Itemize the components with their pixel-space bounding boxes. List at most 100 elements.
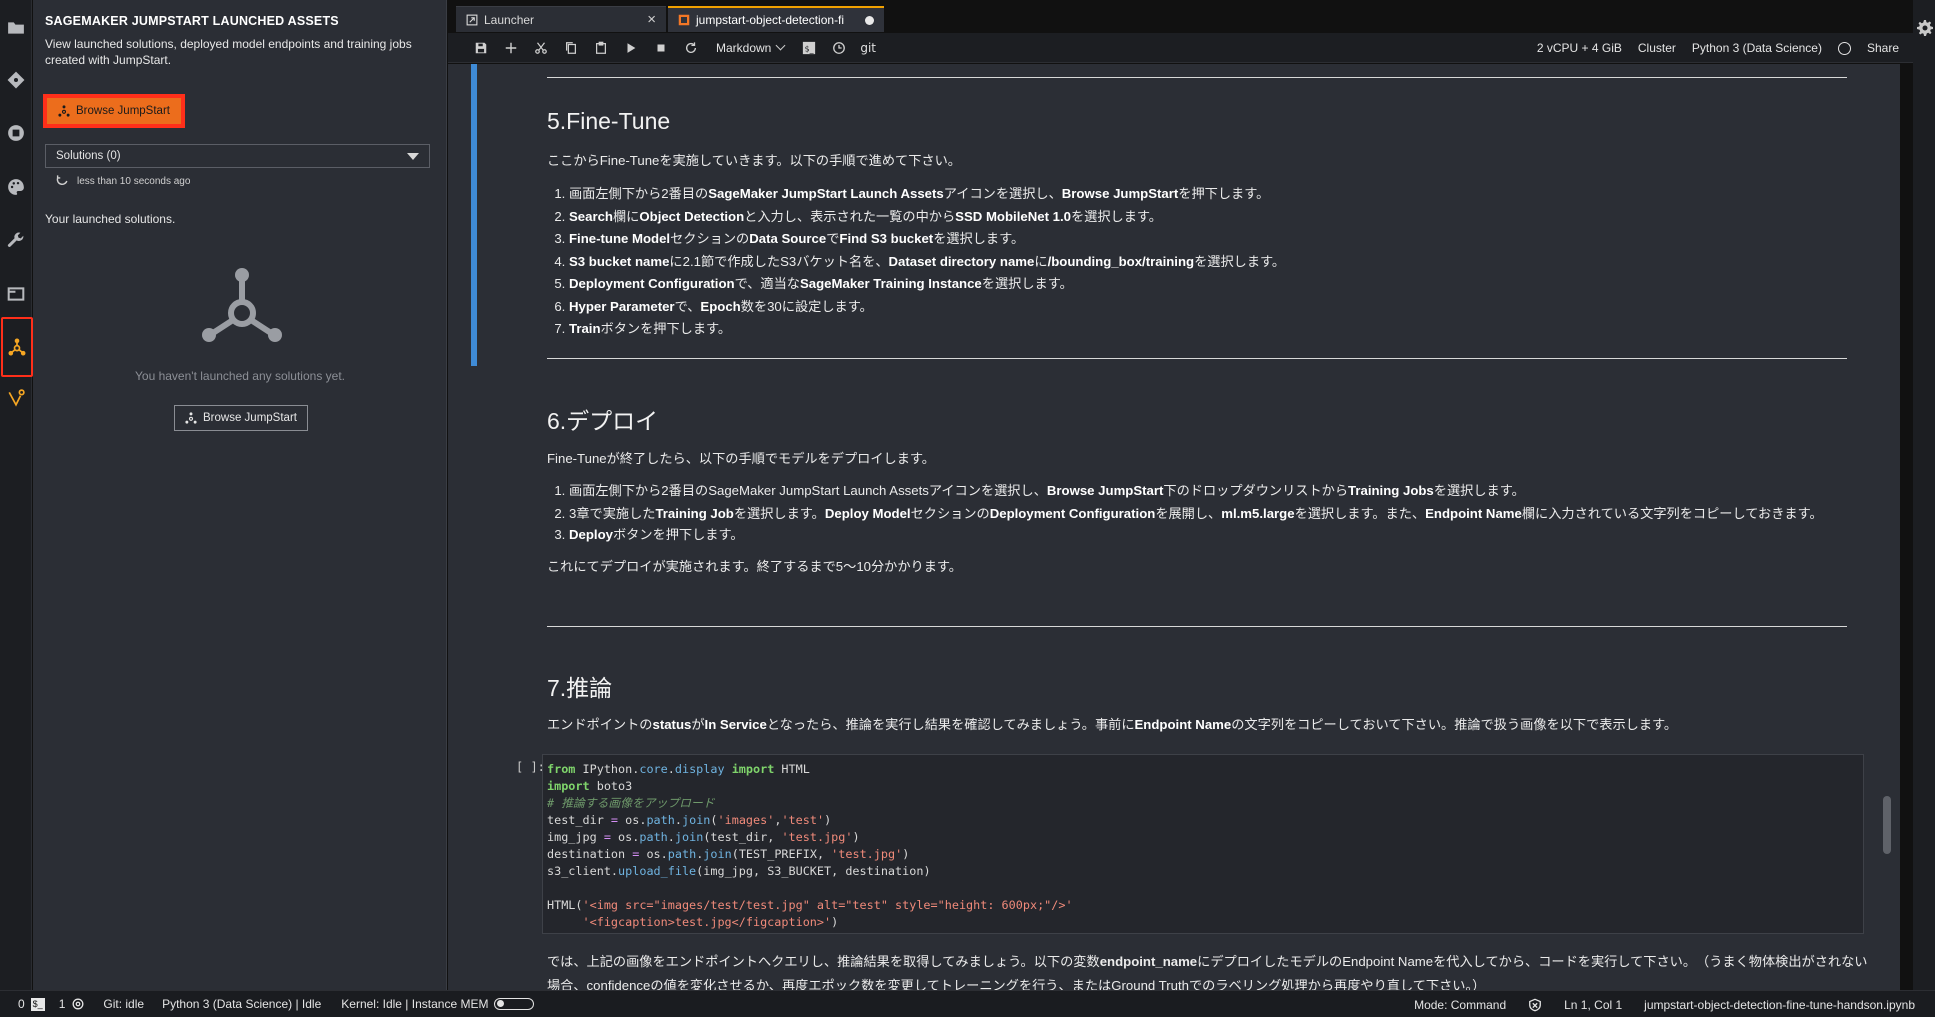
list-item: Fine-tune ModelセクションのData SourceでFind S3… [569, 228, 1862, 251]
status-bar: 0 $_ 1 Git: idle Python 3 (Data Science)… [0, 990, 1935, 1017]
right-sidebar [1913, 0, 1935, 990]
list-item: Deployment Configurationで、適当なSageMaker T… [569, 273, 1862, 296]
list-item: 画面左側下から2番目のSageMaker JumpStart Launch As… [569, 183, 1862, 206]
cell-type-value: Markdown [716, 40, 772, 55]
code-line: destination = os.path.join(TEST_PREFIX, … [547, 847, 910, 861]
git-button[interactable]: git [860, 41, 876, 55]
restart-button[interactable] [676, 36, 706, 60]
paste-button[interactable] [586, 36, 616, 60]
bug-icon[interactable] [1528, 998, 1542, 1012]
kernel-status-icon [1837, 41, 1851, 55]
notebook-content[interactable]: 5.Fine-Tune ここからFine-Tuneを実施していきます。以下の手順… [448, 64, 1900, 990]
browse-jumpstart-button[interactable]: Browse JumpStart [47, 98, 181, 124]
gear-icon[interactable] [1917, 20, 1933, 36]
code-cell[interactable]: from IPython.core.display import HTML imp… [542, 754, 1864, 934]
list-item: 3章で実施したTraining Jobを選択します。Deploy Modelセク… [569, 503, 1862, 524]
scrollbar[interactable] [1883, 796, 1891, 854]
section-5-body: ここからFine-Tuneを実施していきます。以下の手順で進めて下さい。 画面左… [547, 152, 1862, 341]
wrench-icon[interactable] [4, 228, 28, 252]
kernel-name[interactable]: Python 3 (Data Science) [1692, 41, 1822, 55]
folder-icon[interactable] [4, 16, 28, 40]
kernel-status[interactable]: Python 3 (Data Science) | Idle [162, 997, 321, 1011]
section-6-intro: Fine-Tuneが終了したら、以下の手順でモデルをデプロイします。 [547, 451, 935, 466]
tab-label: jumpstart-object-detection-fi [696, 13, 845, 27]
refresh-row: less than 10 seconds ago [55, 174, 190, 188]
code-line: import boto3 [547, 779, 633, 793]
list-item: Hyper Parameterで、Epoch数を30に設定します。 [569, 296, 1862, 319]
plus-icon [505, 42, 517, 53]
section-heading-6: 6.デプロイ [547, 408, 659, 434]
browse-jumpstart-outline-button[interactable]: Browse JumpStart [174, 405, 308, 431]
browse-jumpstart-label: Browse JumpStart [76, 105, 170, 117]
unsaved-dot-icon[interactable] [865, 15, 874, 25]
terminal-count[interactable]: 0 $_ [18, 997, 45, 1011]
activity-bar [0, 0, 33, 990]
git-status[interactable]: Git: idle [103, 997, 144, 1011]
code-line: test_dir = os.path.join('images','test') [547, 813, 832, 827]
copy-button[interactable] [556, 36, 586, 60]
instance-resources[interactable]: 2 vCPU + 4 GiB [1537, 41, 1622, 55]
running-terminals-icon[interactable] [4, 121, 28, 145]
divider [547, 626, 1847, 627]
code-line: img_jpg = os.path.join(test_dir, 'test.j… [547, 830, 860, 844]
list-item: S3 bucket nameに2.1節で作成したS3バケット名を、Dataset… [569, 251, 1862, 274]
code-line: HTML('<img src="images/test/test.jpg" al… [547, 898, 1073, 912]
clock-icon [833, 41, 846, 54]
browse-jumpstart-highlight: Browse JumpStart [43, 94, 185, 128]
notebook-toolbar: Markdown $_ git 2 vCPU + 4 GiB Cluster P… [448, 33, 1913, 63]
panel-description: View launched solutions, deployed model … [45, 37, 412, 67]
add-cell-button[interactable] [496, 36, 526, 60]
divider [547, 358, 1847, 359]
refresh-icon[interactable] [55, 174, 69, 188]
notebook-icon [678, 14, 690, 26]
jumpstart-empty-icon [202, 268, 282, 342]
jumpstart-side-panel: SAGEMAKER JUMPSTART LAUNCHED ASSETS View… [33, 0, 447, 990]
section-5-steps: 画面左側下から2番目のSageMaker JumpStart Launch As… [547, 183, 1862, 341]
memory-toggle[interactable] [494, 998, 535, 1010]
copy-icon [566, 41, 576, 54]
kernel-count[interactable]: 1 [59, 997, 86, 1011]
play-icon [627, 42, 636, 53]
share-button[interactable]: Share [1867, 41, 1899, 55]
cluster-button[interactable]: Cluster [1638, 41, 1676, 55]
chevron-down-icon [775, 40, 786, 51]
kernel-memory[interactable]: Kernel: Idle | Instance MEM [341, 997, 535, 1011]
kernel-memory-label: Kernel: Idle | Instance MEM [341, 997, 489, 1011]
restart-icon [685, 41, 697, 53]
solutions-dropdown[interactable]: Solutions (0) [45, 144, 430, 168]
active-cell-marker [471, 64, 477, 366]
section-5-intro: ここからFine-Tuneを実施していきます。以下の手順で進めて下さい。 [547, 153, 961, 168]
refresh-timestamp: less than 10 seconds ago [77, 175, 191, 187]
section-7-body: エンドポイントのstatusがIn Serviceとなったら、推論を実行し結果を… [547, 716, 1862, 734]
palette-icon[interactable] [4, 175, 28, 199]
code-line: from IPython.core.display import HTML [547, 762, 810, 776]
terminal-icon: $_ [30, 997, 45, 1011]
stop-button[interactable] [646, 36, 676, 60]
cut-button[interactable] [526, 36, 556, 60]
git-icon[interactable] [4, 68, 28, 92]
terminal-button[interactable]: $_ [794, 36, 824, 60]
run-button[interactable] [616, 36, 646, 60]
close-icon[interactable]: × [647, 11, 656, 28]
status-right: Mode: Command Ln 1, Col 1 jumpstart-obje… [1414, 991, 1915, 1017]
tab-notebook[interactable]: jumpstart-object-detection-fi [668, 6, 884, 32]
after-code-text: では、上記の画像をエンドポイントへクエリし、推論結果を取得してみましょう。以下の… [547, 954, 1868, 990]
jumpstart-icon [58, 105, 70, 117]
status-filename: jumpstart-object-detection-fine-tune-han… [1644, 997, 1915, 1012]
tab-launcher[interactable]: Launcher × [456, 6, 666, 32]
jumpstart-icon[interactable] [1, 317, 33, 377]
pipeline-icon[interactable] [4, 386, 28, 410]
clock-button[interactable] [824, 36, 854, 60]
save-button[interactable] [466, 36, 496, 60]
panel-title: SAGEMAKER JUMPSTART LAUNCHED ASSETS [45, 14, 339, 28]
section-6-steps: 画面左側下から2番目のSageMaker JumpStart Launch As… [547, 480, 1862, 546]
empty-state-text: You haven't launched any solutions yet. [135, 369, 345, 383]
jumpstart-icon [185, 412, 197, 424]
svg-text:$_: $_ [805, 44, 814, 53]
solutions-dropdown-value: Solutions (0) [56, 150, 121, 162]
tabs-icon[interactable] [4, 282, 28, 306]
divider [547, 77, 1847, 78]
cell-type-select[interactable]: Markdown [716, 40, 786, 55]
terminal-count-value: 0 [18, 997, 25, 1011]
section-6-body: Fine-Tuneが終了したら、以下の手順でモデルをデプロイします。 画面左側下… [547, 450, 1862, 576]
